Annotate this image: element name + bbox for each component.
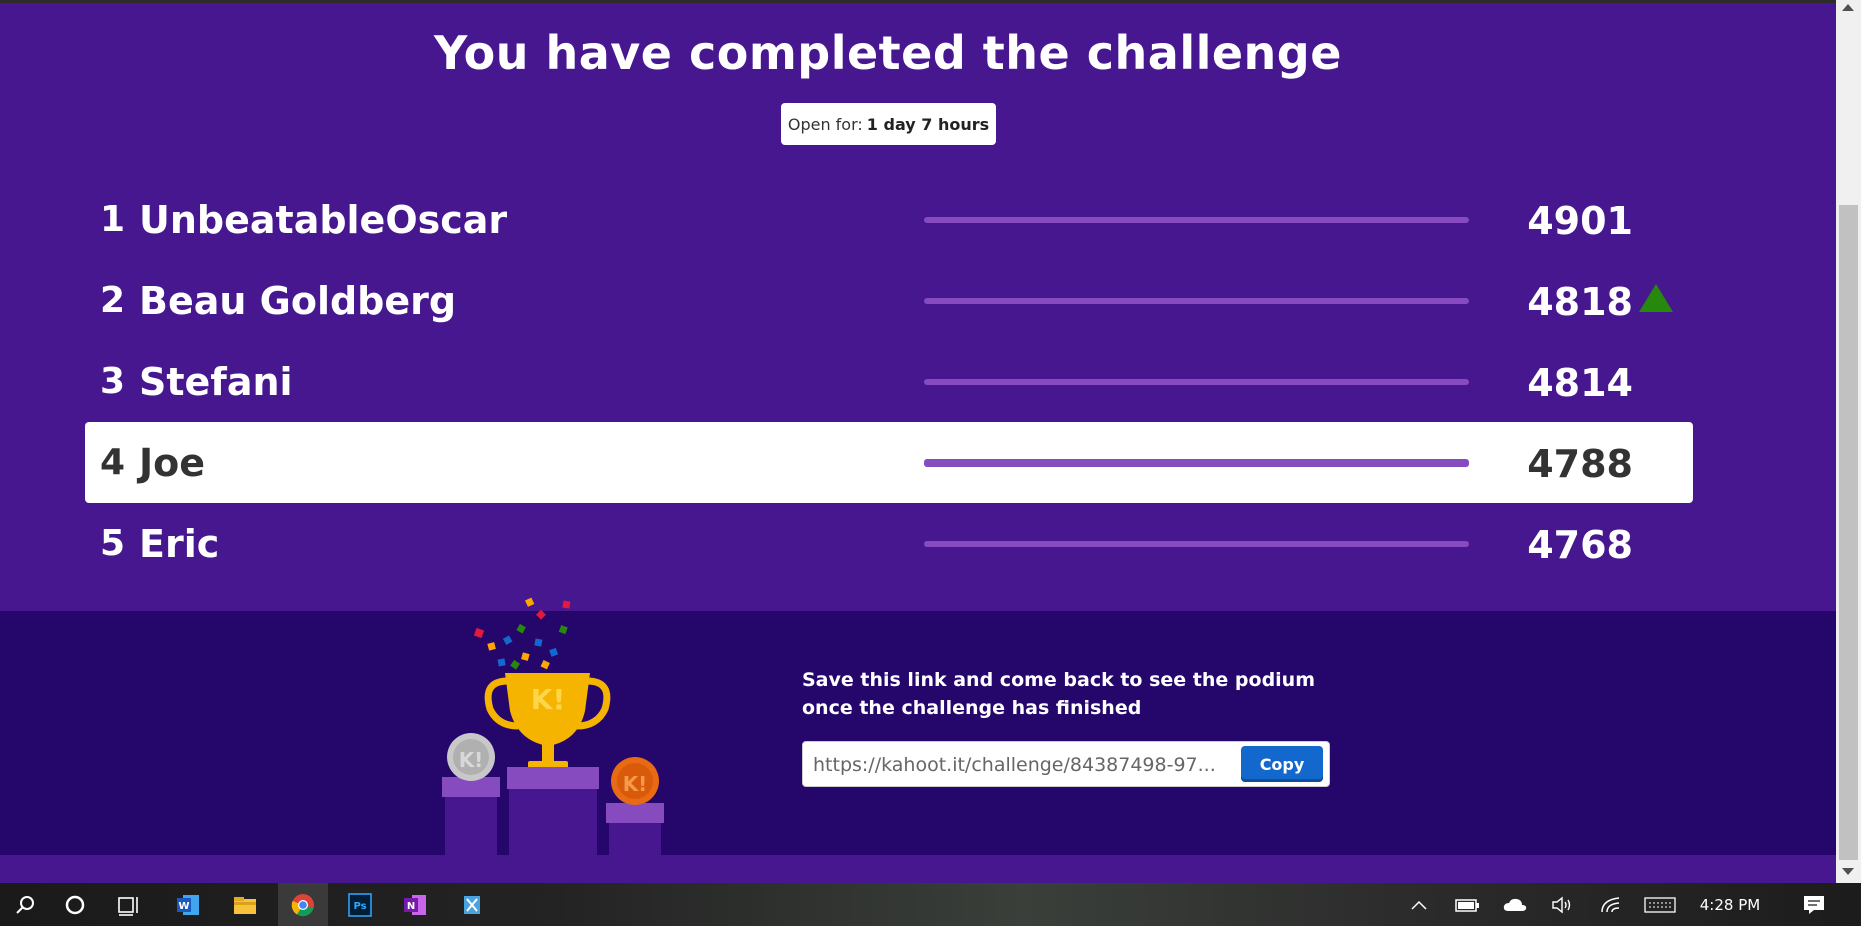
leaderboard-row: 3 Stefani 4814 xyxy=(85,341,1693,422)
onedrive-icon[interactable] xyxy=(1498,883,1532,926)
svg-text:Ps: Ps xyxy=(353,901,366,912)
scroll-thumb[interactable] xyxy=(1839,205,1858,860)
volume-icon[interactable] xyxy=(1545,883,1579,926)
page-bottom-strip xyxy=(0,855,1836,883)
save-link-message: Save this link and come back to see the … xyxy=(802,669,1315,719)
score-bar xyxy=(924,541,1469,547)
score-bar xyxy=(924,298,1469,304)
player-rank: 5 xyxy=(99,523,125,564)
player-score: 4768 xyxy=(1527,523,1633,567)
player-score: 4814 xyxy=(1527,361,1633,405)
svg-text:W: W xyxy=(178,901,189,912)
page-title: You have completed the challenge xyxy=(434,26,1342,80)
challenge-link-input[interactable] xyxy=(811,748,1233,782)
svg-text:K!: K! xyxy=(459,748,484,772)
player-name: Stefani xyxy=(139,359,293,404)
player-rank: 3 xyxy=(99,361,125,402)
snipping-tool-icon[interactable] xyxy=(447,883,497,926)
wifi-icon[interactable] xyxy=(1594,883,1628,926)
player-rank: 4 xyxy=(99,442,125,483)
leaderboard-row: 5 Eric 4768 xyxy=(85,503,1693,584)
score-bar xyxy=(924,379,1469,385)
leaderboard-row: 1 UnbeatableOscar 4901 xyxy=(85,179,1693,260)
score-bar xyxy=(924,217,1469,223)
keyboard-icon[interactable] xyxy=(1640,883,1680,926)
chrome-icon[interactable] xyxy=(278,883,328,926)
player-score: 4788 xyxy=(1527,442,1633,486)
notification-icon[interactable] xyxy=(1794,883,1834,926)
share-panel: K! K! K! Save this link and come back to… xyxy=(0,597,1836,855)
player-score: 4901 xyxy=(1527,199,1633,243)
svg-text:N: N xyxy=(407,901,415,912)
player-name: UnbeatableOscar xyxy=(139,197,508,242)
player-rank: 2 xyxy=(99,280,125,321)
battery-icon[interactable] xyxy=(1450,883,1484,926)
windows-taskbar: W Ps N 4:28 PM xyxy=(0,883,1861,926)
player-name: Eric xyxy=(139,521,220,566)
player-name: Joe xyxy=(139,440,206,485)
leaderboard-row: 2 Beau Goldberg 4818 xyxy=(85,260,1693,341)
score-bar xyxy=(924,459,1469,467)
file-explorer-icon[interactable] xyxy=(220,883,270,926)
open-for-value: 1 day 7 hours xyxy=(866,114,990,134)
chevron-up-icon[interactable] xyxy=(1405,883,1433,926)
leaderboard-row-current-player: 4 Joe 4788 xyxy=(85,422,1693,503)
leaderboard: 1 UnbeatableOscar 4901 2 Beau Goldberg 4… xyxy=(85,179,1693,584)
svg-text:K!: K! xyxy=(623,772,648,796)
task-view-icon[interactable] xyxy=(105,883,155,926)
challenge-results-page: You have completed the challenge Open fo… xyxy=(0,3,1836,883)
search-icon[interactable] xyxy=(0,883,50,926)
rank-up-arrow-icon xyxy=(1639,284,1673,312)
photoshop-icon[interactable]: Ps xyxy=(335,883,385,926)
onenote-icon[interactable]: N xyxy=(390,883,440,926)
copy-link-button[interactable]: Copy xyxy=(1241,746,1323,782)
player-rank: 1 xyxy=(99,199,125,240)
challenge-link-field: Copy xyxy=(802,741,1330,787)
open-for-badge: Open for: 1 day 7 hours xyxy=(781,103,996,145)
cortana-icon[interactable] xyxy=(50,883,100,926)
scroll-down-arrow-icon[interactable] xyxy=(1842,868,1854,875)
player-name: Beau Goldberg xyxy=(139,278,457,323)
word-icon[interactable]: W xyxy=(163,883,213,926)
scroll-up-arrow-icon[interactable] xyxy=(1842,4,1854,11)
taskbar-clock[interactable]: 4:28 PM xyxy=(1690,883,1770,926)
svg-text:K!: K! xyxy=(531,683,565,716)
open-for-label: Open for: xyxy=(787,114,863,134)
trophy-podium-illustration: K! K! K! xyxy=(442,597,664,855)
player-score: 4818 xyxy=(1527,280,1633,324)
vertical-scrollbar[interactable] xyxy=(1836,0,1861,883)
